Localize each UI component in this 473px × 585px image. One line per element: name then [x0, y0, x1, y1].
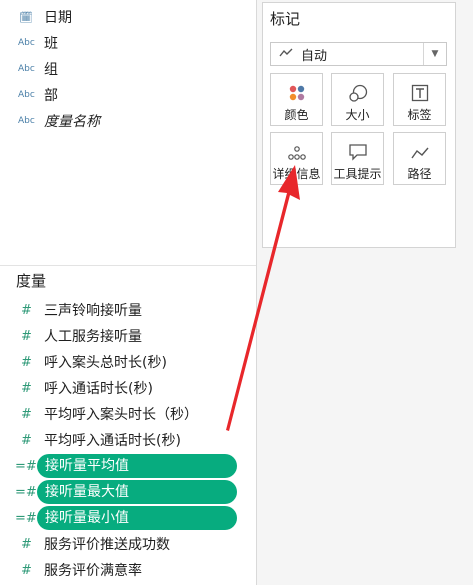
measure-pill: 接听量最小值 — [37, 506, 237, 530]
size-label: 大小 — [345, 108, 370, 122]
mark-type-label: 自动 — [301, 48, 328, 64]
abc-icon: Abc — [18, 90, 35, 100]
measure-item-selected[interactable]: =# 接听量平均值 — [0, 454, 256, 478]
measure-item-selected[interactable]: =# 接听量最大值 — [0, 480, 256, 504]
mark-type-dropdown[interactable]: 自动 ▼ — [270, 42, 447, 66]
measure-pill: 接听量平均值 — [37, 454, 237, 478]
marks-title: 标记 — [270, 10, 301, 28]
dimension-label: 部 — [44, 88, 58, 104]
hash-icon: # — [21, 354, 32, 370]
dimension-item-zu[interactable]: Abc 组 — [0, 56, 256, 82]
measure-item[interactable]: # 呼入案头总时长(秒) — [0, 350, 256, 374]
measure-label: 人工服务接听量 — [44, 329, 142, 345]
measure-item[interactable]: # 人工服务接听量 — [0, 324, 256, 348]
size-icon — [332, 74, 383, 102]
hash-icon: # — [21, 302, 32, 318]
detail-dots-icon — [271, 133, 322, 161]
dimension-label: 班 — [44, 36, 58, 52]
dimension-item-measure-names[interactable]: Abc 度量名称 — [0, 108, 256, 134]
measure-pill: 接听量最大值 — [37, 480, 237, 504]
detail-button[interactable]: 详细信息 — [270, 132, 323, 185]
path-button[interactable]: 路径 — [393, 132, 446, 185]
color-button[interactable]: 颜色 — [270, 73, 323, 126]
tooltip-button[interactable]: 工具提示 — [331, 132, 384, 185]
calendar-icon: 🗓 — [19, 10, 33, 24]
dimension-item-ban[interactable]: Abc 班 — [0, 30, 256, 56]
measure-label: 服务评价满意率 — [44, 563, 142, 579]
section-divider — [0, 265, 256, 266]
path-label: 路径 — [407, 167, 432, 181]
measure-label: 三声铃响接听量 — [44, 303, 142, 319]
dimension-label: 组 — [44, 62, 58, 78]
label-label: 标签 — [407, 108, 432, 122]
hash-icon: # — [21, 536, 32, 552]
measures-section-title: 度量 — [16, 272, 47, 290]
dimension-item-date[interactable]: 🗓 日期 — [0, 4, 256, 30]
dimension-item-bu[interactable]: Abc 部 — [0, 82, 256, 108]
size-button[interactable]: 大小 — [331, 73, 384, 126]
path-line-icon — [394, 133, 445, 161]
dimension-label: 度量名称 — [44, 114, 100, 130]
label-button[interactable]: 标签 — [393, 73, 446, 126]
hash-icon: # — [21, 432, 32, 448]
measure-label: 平均呼入案头时长（秒） — [44, 407, 198, 423]
measure-label: 服务评价推送成功数 — [44, 537, 170, 553]
line-mark-icon — [279, 47, 295, 61]
measure-label: 呼入案头总时长(秒) — [44, 355, 167, 371]
measure-item[interactable]: # 呼入通话时长(秒) — [0, 376, 256, 400]
hash-icon: # — [21, 406, 32, 422]
measure-label: 平均呼入通话时长(秒) — [44, 433, 181, 449]
hash-icon: # — [21, 562, 32, 578]
measure-item-selected[interactable]: =# 接听量最小值 — [0, 506, 256, 530]
hash-icon: # — [21, 328, 32, 344]
measure-item[interactable]: # 平均呼入案头时长（秒） — [0, 402, 256, 426]
tooltip-icon — [332, 133, 383, 161]
hash-icon: # — [21, 380, 32, 396]
data-pane: 🗓 日期 Abc 班 Abc 组 Abc 部 Abc 度量名称 度量 # 三声铃… — [0, 0, 256, 585]
dimension-label: 日期 — [44, 10, 72, 26]
measure-item[interactable]: # 服务评价满意率 — [0, 558, 256, 582]
measure-item[interactable]: # 服务评价推送成功数 — [0, 532, 256, 556]
abc-icon: Abc — [18, 64, 35, 74]
measure-item[interactable]: # 平均呼入通话时长(秒) — [0, 428, 256, 452]
text-label-icon — [394, 74, 445, 102]
color-icon — [271, 74, 322, 102]
tooltip-label: 工具提示 — [333, 167, 382, 181]
measure-label: 呼入通话时长(秒) — [44, 381, 153, 397]
chevron-down-icon: ▼ — [423, 43, 446, 65]
abc-icon: Abc — [18, 116, 35, 126]
abc-icon: Abc — [18, 38, 35, 48]
detail-label: 详细信息 — [272, 167, 321, 181]
color-label: 颜色 — [284, 108, 309, 122]
measure-item[interactable]: # 三声铃响接听量 — [0, 298, 256, 322]
